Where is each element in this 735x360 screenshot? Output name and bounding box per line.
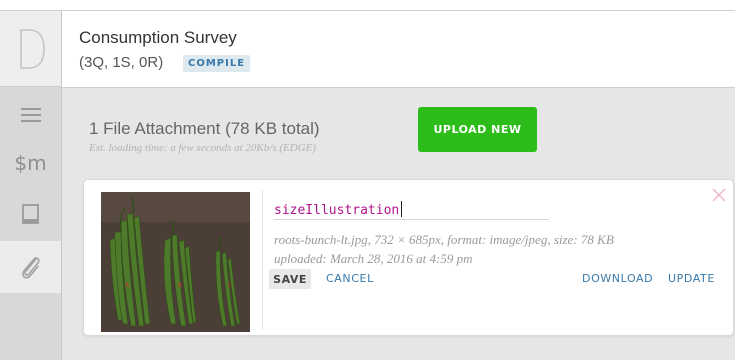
marker-c: C: [228, 282, 232, 289]
page-header: Consumption Survey (3Q, 1S, 0R) COMPILE: [62, 11, 735, 88]
menu-icon: [20, 108, 41, 122]
question-counts: (3Q, 1S, 0R): [79, 54, 164, 71]
attachments-panel: 1 File Attachment (78 KB total) Est. loa…: [62, 88, 735, 360]
logo-d-icon: [19, 28, 45, 69]
text-cursor: [401, 201, 402, 217]
cancel-button[interactable]: CANCEL: [326, 272, 374, 285]
compile-button[interactable]: COMPILE: [183, 55, 251, 72]
sidebar-item-menu[interactable]: [0, 91, 61, 139]
card-divider: [262, 190, 263, 330]
dollar-m-icon: $m: [14, 151, 47, 175]
upload-new-button[interactable]: UPLOAD NEW: [418, 107, 537, 152]
sidebar-item-attachments[interactable]: [0, 241, 61, 293]
file-details: roots-bunch-lt.jpg, 732 × 685px, format:…: [274, 232, 614, 247]
update-button[interactable]: UPDATE: [668, 272, 715, 285]
sidebar-item-macros[interactable]: $m: [0, 139, 61, 187]
top-bar: [0, 0, 735, 11]
app-logo[interactable]: [0, 11, 61, 87]
book-icon: [21, 204, 39, 224]
okra-photo: A B C: [101, 192, 250, 332]
paperclip-icon: [21, 257, 40, 279]
close-icon[interactable]: [712, 188, 726, 202]
sidebar: $m: [0, 11, 62, 360]
load-estimate: Est. loading time: a few seconds at 20Kb…: [89, 142, 317, 154]
attachment-name-input[interactable]: [274, 201, 549, 220]
marker-b: B: [178, 282, 182, 289]
sidebar-item-book[interactable]: [0, 191, 61, 239]
save-button[interactable]: SAVE: [269, 269, 311, 289]
attachment-card: A B C roots-bunch-lt.jpg, 732 × 685px, f…: [83, 179, 734, 336]
attachment-thumbnail[interactable]: A B C: [101, 192, 250, 332]
page-title: Consumption Survey: [79, 28, 237, 47]
download-button[interactable]: DOWNLOAD: [582, 272, 653, 285]
upload-date: uploaded: March 28, 2016 at 4:59 pm: [274, 251, 473, 266]
attachments-summary: 1 File Attachment (78 KB total): [89, 119, 320, 138]
